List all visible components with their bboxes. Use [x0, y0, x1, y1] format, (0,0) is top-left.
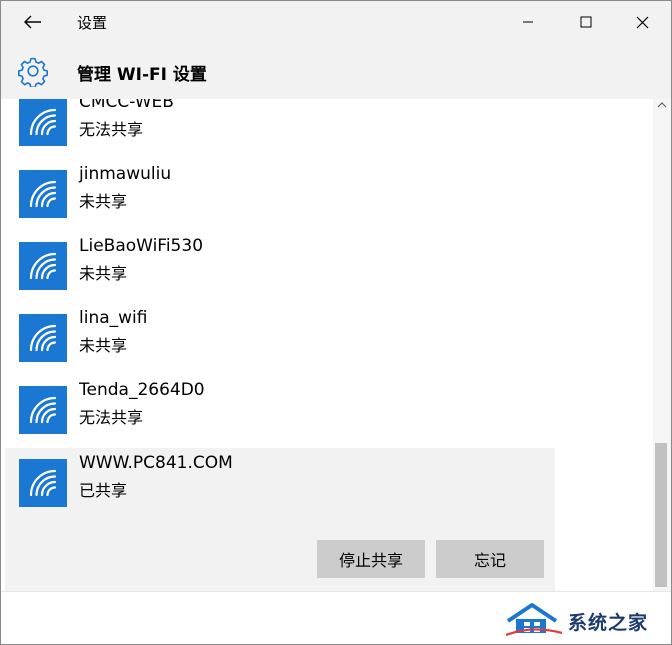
- network-status: 未共享: [79, 192, 128, 211]
- footer-divider: [1, 591, 671, 592]
- network-item-tenda-2664d0[interactable]: Tenda_2664D0 无法共享: [5, 375, 555, 447]
- network-name: WWW.PC841.COM: [79, 453, 233, 473]
- network-item-liebaowifi530[interactable]: LieBaoWiFi530 未共享: [5, 231, 555, 303]
- wifi-tile: [19, 242, 67, 290]
- network-item-lina-wifi[interactable]: lina_wifi 未共享: [5, 303, 555, 375]
- window-title: 设置: [77, 14, 108, 32]
- scroll-up-icon[interactable]: [657, 101, 667, 109]
- network-item-jinmawuliu[interactable]: jinmawuliu 未共享: [5, 159, 555, 231]
- page-header: 管理 WI-FI 设置: [1, 43, 671, 99]
- wifi-icon: [29, 180, 57, 208]
- minimize-button[interactable]: [505, 7, 551, 37]
- network-name: Tenda_2664D0: [79, 380, 205, 400]
- wifi-tile: [19, 386, 67, 434]
- wifi-icon: [29, 396, 57, 424]
- network-name: CMCC-WEB: [79, 99, 174, 112]
- maximize-icon: [580, 16, 592, 28]
- settings-window: 设置 管理 WI-FI 设置 CMCC-WEB 无法共享 jinmawuliu …: [0, 0, 672, 645]
- network-status: 未共享: [79, 264, 128, 283]
- network-status: 无法共享: [79, 120, 144, 139]
- network-item-www-pc841-com[interactable]: WWW.PC841.COM 已共享 停止共享 忘记: [5, 448, 555, 591]
- scrollbar[interactable]: [653, 99, 671, 591]
- wifi-tile: [19, 99, 67, 146]
- close-button[interactable]: [619, 7, 665, 37]
- stop-sharing-button[interactable]: 停止共享: [317, 540, 425, 578]
- gear-icon: [18, 57, 48, 87]
- forget-button[interactable]: 忘记: [436, 540, 544, 578]
- network-status: 无法共享: [79, 408, 144, 427]
- maximize-button[interactable]: [563, 7, 609, 37]
- network-status: 已共享: [79, 481, 128, 500]
- minimize-icon: [523, 21, 533, 23]
- wifi-tile: [19, 314, 67, 362]
- page-title: 管理 WI-FI 设置: [77, 65, 207, 85]
- network-list: CMCC-WEB 无法共享 jinmawuliu 未共享 LieBaoWiFi5…: [1, 99, 653, 591]
- network-name: jinmawuliu: [79, 164, 172, 184]
- network-item-cmcc-web[interactable]: CMCC-WEB 无法共享: [5, 99, 555, 159]
- house-logo-icon: [505, 603, 563, 637]
- network-name: lina_wifi: [79, 308, 148, 328]
- wifi-icon: [29, 108, 57, 136]
- network-name: LieBaoWiFi530: [79, 236, 204, 256]
- wifi-icon: [29, 469, 57, 497]
- back-button[interactable]: [15, 9, 51, 35]
- wifi-icon: [29, 324, 57, 352]
- wifi-tile: [19, 170, 67, 218]
- title-bar: 设置: [1, 1, 671, 43]
- network-status: 未共享: [79, 336, 128, 355]
- watermark: 系统之家: [505, 599, 668, 639]
- wifi-tile: [19, 459, 67, 507]
- scroll-thumb[interactable]: [655, 443, 667, 587]
- wifi-icon: [29, 252, 57, 280]
- back-arrow-icon: [24, 15, 41, 29]
- close-icon: [636, 16, 648, 28]
- watermark-text: 系统之家: [568, 612, 649, 634]
